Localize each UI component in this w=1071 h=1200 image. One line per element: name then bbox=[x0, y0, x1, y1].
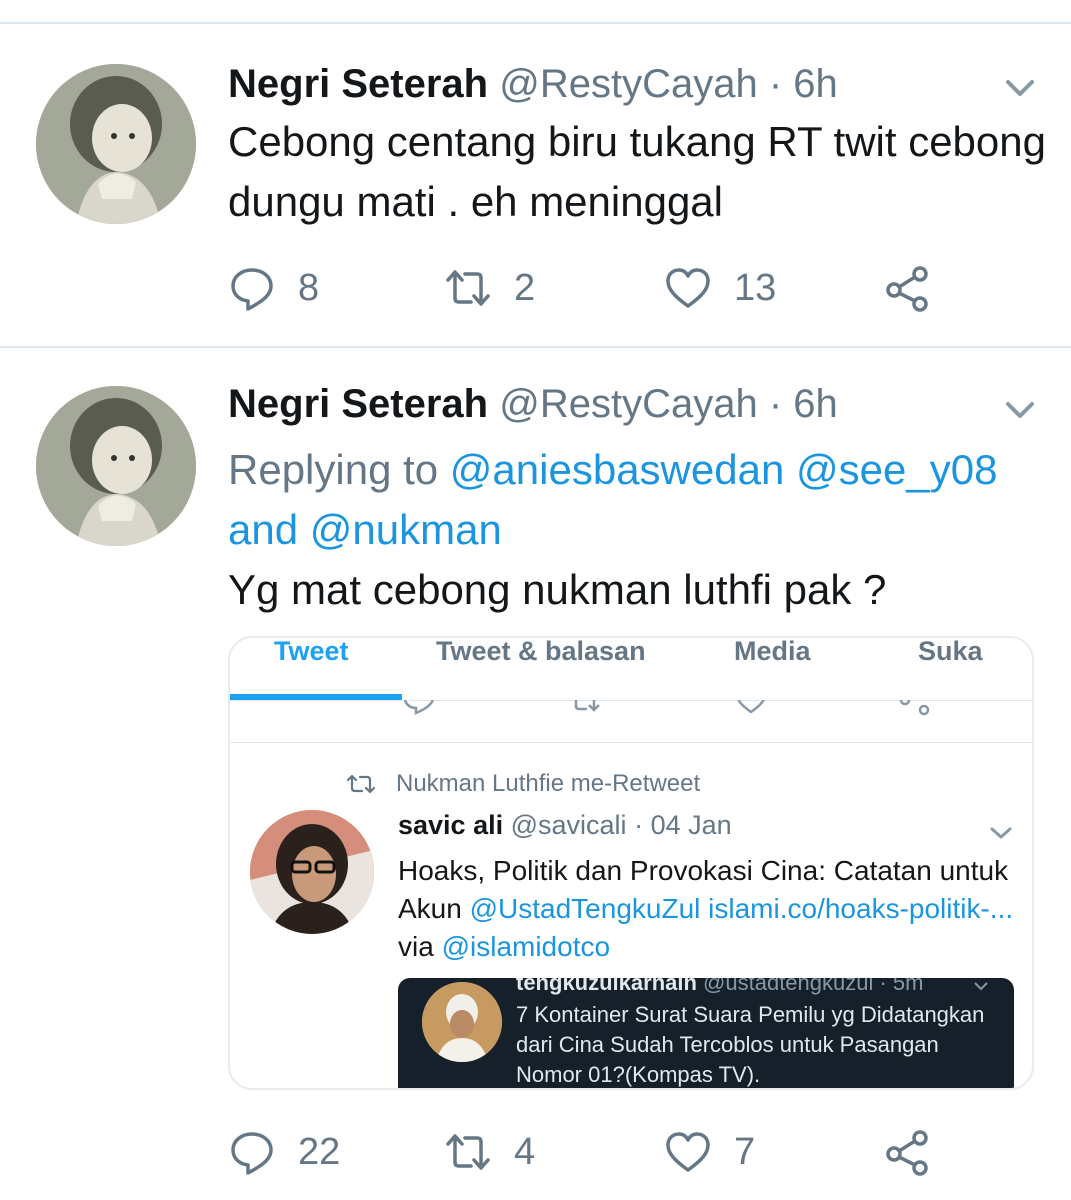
like-icon bbox=[666, 268, 710, 308]
mention-link[interactable]: @nukman bbox=[310, 506, 502, 553]
tab-tweet: Tweet bbox=[274, 636, 349, 666]
avatar[interactable] bbox=[36, 64, 196, 224]
retweet-icon bbox=[446, 270, 490, 306]
like-button[interactable]: 7 bbox=[664, 1122, 755, 1182]
tweet-divider bbox=[0, 346, 1071, 348]
cropped-action-row bbox=[230, 700, 1032, 716]
retweet-button[interactable]: 2 bbox=[444, 258, 535, 318]
share-icon bbox=[899, 700, 930, 716]
tab-suka: Suka bbox=[918, 636, 983, 666]
embedded-tweet-text: Hoaks, Politik dan Provokasi Cina: Catat… bbox=[398, 852, 1018, 966]
chevron-down-icon bbox=[974, 982, 988, 991]
mention-link[interactable]: @see_y08 bbox=[796, 446, 997, 493]
chevron-down-icon bbox=[988, 824, 1014, 842]
timestamp[interactable]: 6h bbox=[793, 382, 838, 426]
share-button[interactable] bbox=[884, 1122, 932, 1182]
replying-to-label: Replying to bbox=[228, 446, 439, 493]
row-divider bbox=[230, 742, 1032, 743]
like-button[interactable]: 13 bbox=[664, 258, 776, 318]
like-count: 7 bbox=[734, 1130, 756, 1173]
retweet-icon bbox=[346, 774, 376, 794]
reply-count: 8 bbox=[298, 266, 320, 309]
share-button[interactable] bbox=[884, 258, 932, 318]
tab-media: Media bbox=[734, 636, 811, 666]
separator-dot: · bbox=[634, 810, 644, 840]
tab-tweet-balasan: Tweet & balasan bbox=[436, 636, 646, 666]
url-link: islami.co/hoaks-politik-... bbox=[708, 893, 1014, 924]
avatar bbox=[422, 982, 502, 1062]
text-segment: via bbox=[398, 931, 442, 962]
like-count: 13 bbox=[734, 266, 777, 309]
embedded-media-card: tengkuzulkarnain @ustadtengkuzul · 5m 7 … bbox=[398, 978, 1014, 1088]
tweet-header: Negri Seterah @RestyCayah · 6h bbox=[228, 380, 838, 428]
like-icon bbox=[666, 1132, 710, 1172]
tweet-actions: 8 2 13 bbox=[228, 258, 948, 318]
avatar[interactable] bbox=[36, 386, 196, 546]
share-icon bbox=[886, 266, 928, 312]
display-name[interactable]: Negri Seterah bbox=[228, 382, 488, 426]
separator-dot: · bbox=[768, 382, 783, 426]
reply-button[interactable]: 8 bbox=[228, 258, 319, 318]
timestamp[interactable]: 6h bbox=[793, 62, 838, 106]
attached-screenshot[interactable]: Tweet Tweet & balasan Media Suka Nukman … bbox=[228, 636, 1034, 1090]
reply-icon bbox=[403, 700, 434, 715]
display-name: tengkuzulkarnain bbox=[516, 978, 697, 995]
share-icon bbox=[886, 1130, 928, 1176]
reply-button[interactable]: 22 bbox=[228, 1122, 340, 1182]
retweet-icon bbox=[574, 700, 600, 712]
separator-dot: · bbox=[768, 62, 783, 106]
display-name[interactable]: Negri Seterah bbox=[228, 62, 488, 106]
username: @savicali bbox=[510, 810, 627, 840]
display-name: savic ali bbox=[398, 810, 504, 840]
profile-tabs: Tweet Tweet & balasan Media Suka bbox=[230, 636, 1032, 702]
embedded-tweet-header: savic ali @savicali · 04 Jan bbox=[398, 808, 732, 842]
reply-count: 22 bbox=[298, 1130, 341, 1173]
reply-icon bbox=[231, 1132, 273, 1175]
media-tweet-text: 7 Kontainer Surat Suara Pemilu yg Didata… bbox=[516, 1002, 985, 1087]
timestamp: 04 Jan bbox=[650, 810, 732, 840]
mention-link: @UstadTengkuZul bbox=[469, 893, 701, 924]
reply-icon bbox=[231, 268, 273, 311]
media-tweet-header: tengkuzulkarnain @ustadtengkuzul · 5m bbox=[516, 978, 924, 996]
mention-link[interactable]: @aniesbaswedan bbox=[450, 446, 785, 493]
retweet-count: 4 bbox=[514, 1130, 536, 1173]
chevron-down-icon[interactable] bbox=[1000, 72, 1040, 102]
replying-to: Replying to @aniesbaswedan @see_y08 and … bbox=[228, 440, 1048, 560]
retweet-context-label: Nukman Luthfie me-Retweet bbox=[396, 770, 701, 797]
top-divider bbox=[0, 22, 1071, 24]
chevron-down-icon[interactable] bbox=[1000, 394, 1040, 424]
retweet-button[interactable]: 4 bbox=[444, 1122, 535, 1182]
tweet-actions: 22 4 7 bbox=[228, 1122, 948, 1182]
like-icon bbox=[737, 700, 765, 714]
username-timestamp: @ustadtengkuzul · 5m bbox=[703, 978, 924, 995]
and-others-link[interactable]: and bbox=[228, 506, 298, 553]
username[interactable]: @RestyCayah bbox=[499, 382, 757, 426]
tweet-text: Yg mat cebong nukman luthfi pak ? bbox=[228, 566, 887, 613]
mention-link: @islamidotco bbox=[441, 931, 611, 962]
retweet-icon bbox=[446, 1134, 490, 1170]
username[interactable]: @RestyCayah bbox=[499, 62, 757, 106]
retweet-count: 2 bbox=[514, 266, 536, 309]
tweet-header: Negri Seterah @RestyCayah · 6h bbox=[228, 60, 838, 108]
avatar bbox=[250, 810, 374, 934]
retweet-context: Nukman Luthfie me-Retweet bbox=[346, 770, 700, 798]
tweet-text: Cebong centang biru tukang RT twit cebon… bbox=[228, 118, 1046, 225]
